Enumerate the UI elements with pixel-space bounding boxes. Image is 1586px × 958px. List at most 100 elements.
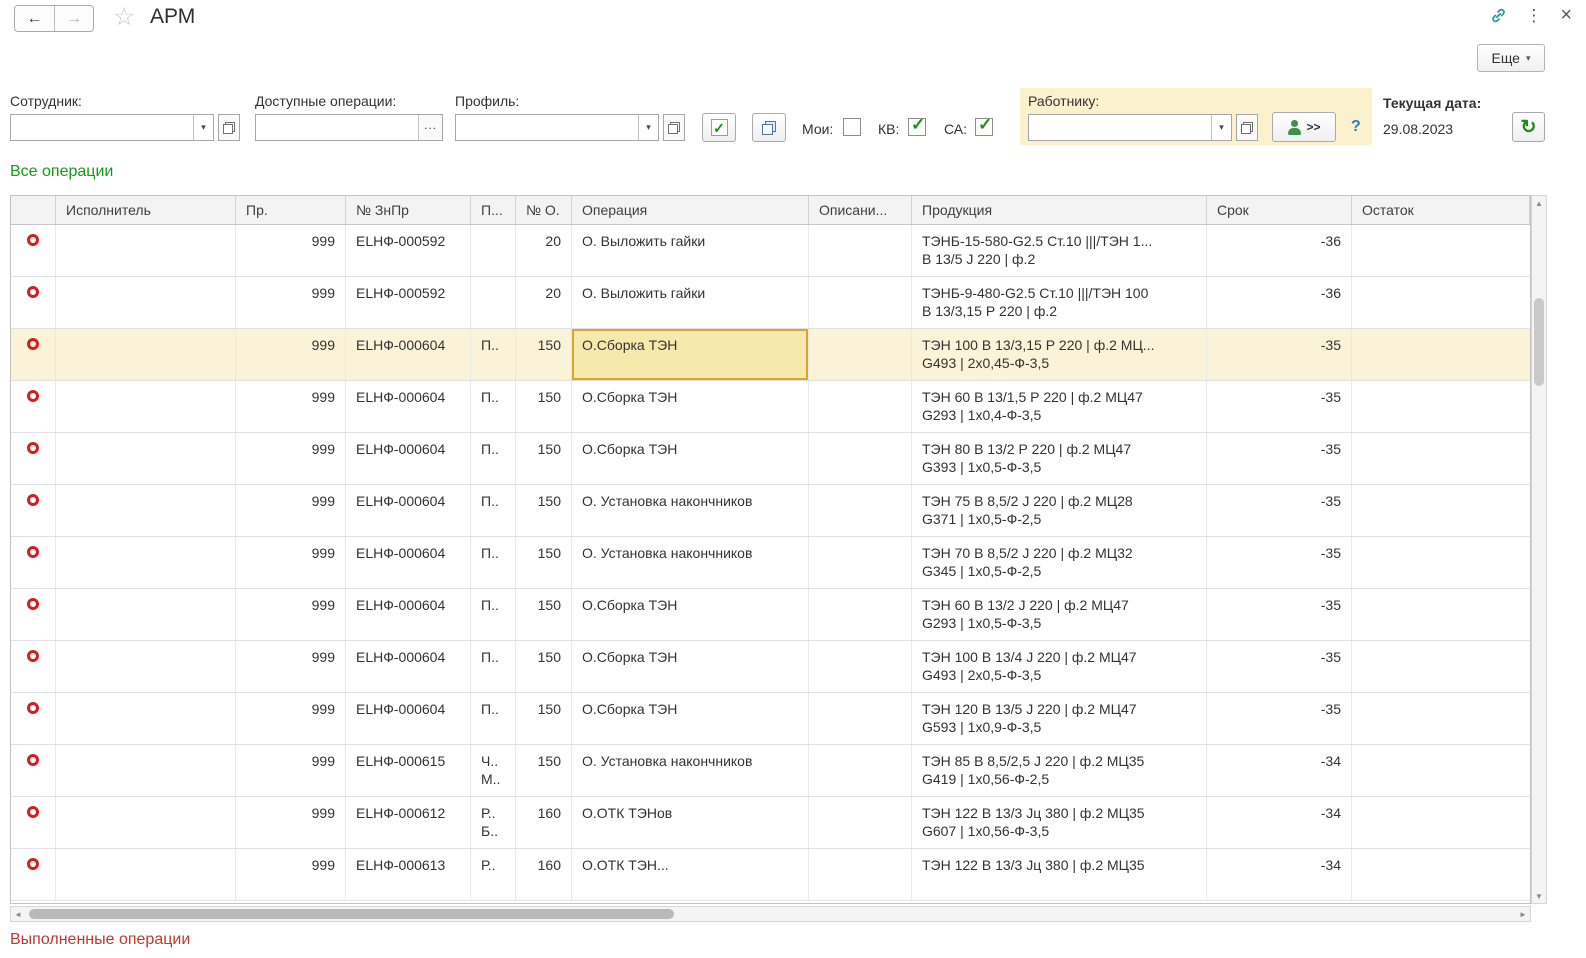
kv-checkbox[interactable]	[908, 118, 926, 136]
column-header-znpr[interactable]: № ЗнПр	[346, 196, 471, 224]
scroll-down-icon[interactable]: ▼	[1532, 889, 1546, 903]
cell-ostatok[interactable]	[1352, 797, 1530, 848]
cell-executor[interactable]	[56, 589, 236, 640]
cell-operation[interactable]: О.Сборка ТЭН	[572, 641, 809, 692]
cell-pr[interactable]: 999	[236, 277, 346, 328]
cell-ostatok[interactable]	[1352, 225, 1530, 276]
cell-operation[interactable]: О. Установка накончников	[572, 745, 809, 796]
cell-product[interactable]: ТЭН 80 В 13/2 Р 220 | ф.2 МЦ47G393 | 1х0…	[912, 433, 1207, 484]
cell-znpr[interactable]: ELHФ-000592	[346, 225, 471, 276]
cell-description[interactable]	[809, 537, 912, 588]
column-header-no[interactable]: № О.	[516, 196, 572, 224]
cell-p[interactable]: П..	[471, 381, 516, 432]
cell-executor[interactable]	[56, 433, 236, 484]
cell-znpr[interactable]: ELHФ-000615	[346, 745, 471, 796]
cell-product[interactable]: ТЭН 100 В 13/4 J 220 | ф.2 МЦ47G493 | 2х…	[912, 641, 1207, 692]
cell-status[interactable]	[11, 329, 56, 380]
sa-checkbox[interactable]	[975, 118, 993, 136]
cell-srok[interactable]: -35	[1207, 381, 1352, 432]
cell-ostatok[interactable]	[1352, 745, 1530, 796]
confirm-check-button[interactable]: ✓	[702, 113, 736, 142]
cell-p[interactable]	[471, 225, 516, 276]
cell-srok[interactable]: -35	[1207, 329, 1352, 380]
scroll-right-icon[interactable]: ►	[1516, 907, 1530, 921]
table-row[interactable]: 999ELHФ-00059220О. Выложить гайкиТЭНБ-9-…	[11, 277, 1530, 329]
worker-dropdown-icon[interactable]: ▾	[1211, 115, 1231, 140]
cell-no[interactable]: 150	[516, 589, 572, 640]
my-checkbox[interactable]	[843, 118, 861, 136]
cell-znpr[interactable]: ELHФ-000612	[346, 797, 471, 848]
table-row[interactable]: 999ELHФ-000604П..150О.Сборка ТЭНТЭН 120 …	[11, 693, 1530, 745]
employee-dropdown-icon[interactable]: ▾	[193, 115, 213, 140]
cell-no[interactable]: 150	[516, 745, 572, 796]
cell-p[interactable]: П..	[471, 485, 516, 536]
cell-p[interactable]: П..	[471, 589, 516, 640]
available-operations-value[interactable]	[256, 115, 418, 140]
cell-executor[interactable]	[56, 693, 236, 744]
cell-executor[interactable]	[56, 329, 236, 380]
horizontal-scrollbar[interactable]: ◄ ►	[10, 906, 1531, 922]
cell-srok[interactable]: -36	[1207, 277, 1352, 328]
cell-status[interactable]	[11, 433, 56, 484]
cell-pr[interactable]: 999	[236, 797, 346, 848]
scroll-left-icon[interactable]: ◄	[11, 907, 25, 921]
cell-p[interactable]: Ч.. М..	[471, 745, 516, 796]
cell-znpr[interactable]: ELHФ-000604	[346, 381, 471, 432]
cell-operation[interactable]: О.Сборка ТЭН	[572, 589, 809, 640]
cell-no[interactable]: 150	[516, 641, 572, 692]
column-header-pr[interactable]: Пр.	[236, 196, 346, 224]
cell-znpr[interactable]: ELHФ-000604	[346, 329, 471, 380]
link-icon[interactable]	[1490, 7, 1507, 24]
done-operations-link[interactable]: Выполненные операции	[10, 931, 190, 949]
cell-operation[interactable]: О. Выложить гайки	[572, 277, 809, 328]
cell-ostatok[interactable]	[1352, 277, 1530, 328]
cell-no[interactable]: 150	[516, 485, 572, 536]
cell-srok[interactable]: -35	[1207, 485, 1352, 536]
cell-status[interactable]	[11, 745, 56, 796]
cell-status[interactable]	[11, 797, 56, 848]
cell-no[interactable]: 20	[516, 225, 572, 276]
cell-product[interactable]: ТЭН 122 В 13/3 Jц 380 | ф.2 МЦ35G607 | 1…	[912, 797, 1207, 848]
cell-product[interactable]: ТЭН 75 В 8,5/2 J 220 | ф.2 МЦ28G371 | 1х…	[912, 485, 1207, 536]
cell-p[interactable]: П..	[471, 329, 516, 380]
table-row[interactable]: 999ELHФ-000604П..150О.Сборка ТЭНТЭН 100 …	[11, 641, 1530, 693]
table-row[interactable]: 999ELHФ-000615Ч.. М..150О. Установка нак…	[11, 745, 1530, 797]
cell-pr[interactable]: 999	[236, 693, 346, 744]
cell-pr[interactable]: 999	[236, 641, 346, 692]
cell-ostatok[interactable]	[1352, 433, 1530, 484]
cell-description[interactable]	[809, 433, 912, 484]
cell-status[interactable]	[11, 485, 56, 536]
cell-srok[interactable]: -35	[1207, 693, 1352, 744]
cell-pr[interactable]: 999	[236, 745, 346, 796]
cell-operation[interactable]: О.Сборка ТЭН	[572, 381, 809, 432]
cell-srok[interactable]: -34	[1207, 849, 1352, 900]
cell-srok[interactable]: -34	[1207, 797, 1352, 848]
vertical-scrollbar[interactable]: ▲ ▼	[1531, 195, 1547, 904]
cell-no[interactable]: 160	[516, 797, 572, 848]
table-row[interactable]: 999ELHФ-000604П..150О.Сборка ТЭНТЭН 60 В…	[11, 589, 1530, 641]
cell-p[interactable]: П..	[471, 641, 516, 692]
cell-ostatok[interactable]	[1352, 589, 1530, 640]
cell-description[interactable]	[809, 329, 912, 380]
cell-operation[interactable]: О.Сборка ТЭН	[572, 329, 809, 380]
employee-input[interactable]: ▾	[10, 114, 214, 141]
cell-status[interactable]	[11, 641, 56, 692]
column-header-product[interactable]: Продукция	[912, 196, 1207, 224]
cell-executor[interactable]	[56, 849, 236, 900]
table-row[interactable]: 999ELHФ-000613Р..160О.ОТК ТЭН...ТЭН 122 …	[11, 849, 1530, 901]
cell-operation[interactable]: О.ОТК ТЭН...	[572, 849, 809, 900]
cell-executor[interactable]	[56, 537, 236, 588]
cell-p[interactable]: П..	[471, 537, 516, 588]
cell-product[interactable]: ТЭН 70 В 8,5/2 J 220 | ф.2 МЦ32G345 | 1х…	[912, 537, 1207, 588]
assign-worker-button[interactable]: >>	[1272, 112, 1336, 142]
cell-product[interactable]: ТЭН 120 В 13/5 J 220 | ф.2 МЦ47G593 | 1х…	[912, 693, 1207, 744]
copy-windows-button[interactable]	[752, 113, 786, 142]
worker-input[interactable]: ▾	[1028, 114, 1232, 141]
column-header-srok[interactable]: Срок	[1207, 196, 1352, 224]
forward-button[interactable]: →	[54, 6, 93, 31]
cell-no[interactable]: 160	[516, 849, 572, 900]
cell-executor[interactable]	[56, 225, 236, 276]
cell-executor[interactable]	[56, 485, 236, 536]
cell-pr[interactable]: 999	[236, 381, 346, 432]
cell-description[interactable]	[809, 745, 912, 796]
